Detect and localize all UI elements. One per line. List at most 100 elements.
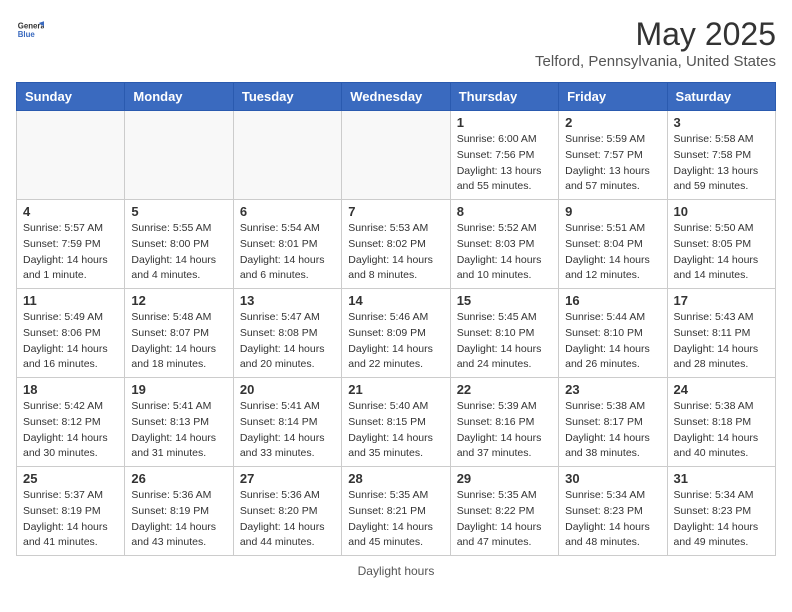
day-number: 1 — [457, 115, 552, 130]
day-info: Sunrise: 5:48 AM Sunset: 8:07 PM Dayligh… — [131, 310, 226, 373]
calendar-cell: 27 Sunrise: 5:36 AM Sunset: 8:20 PM Dayli… — [233, 467, 341, 556]
day-number: 19 — [131, 382, 226, 397]
day-info: Sunrise: 5:38 AM Sunset: 8:18 PM Dayligh… — [674, 399, 769, 462]
col-header-sunday: Sunday — [17, 83, 125, 111]
day-info: Sunrise: 5:58 AM Sunset: 7:58 PM Dayligh… — [674, 132, 769, 195]
footer-note: Daylight hours — [16, 564, 776, 578]
calendar-cell: 2Sunrise: 5:59 AM Sunset: 7:57 PM Daylig… — [559, 111, 667, 200]
calendar-cell: 11 Sunrise: 5:49 AM Sunset: 8:06 PM Dayli… — [17, 289, 125, 378]
calendar-cell: 22 Sunrise: 5:39 AM Sunset: 8:16 PM Dayli… — [450, 378, 558, 467]
day-info: Sunrise: 5:36 AM Sunset: 8:20 PM Dayligh… — [240, 488, 335, 551]
subtitle: Telford, Pennsylvania, United States — [535, 53, 776, 70]
day-number: 5 — [131, 204, 226, 219]
calendar-cell: 30Sunrise: 5:34 AM Sunset: 8:23 PM Dayli… — [559, 467, 667, 556]
day-number: 7 — [348, 204, 443, 219]
calendar-week-5: 25 Sunrise: 5:37 AM Sunset: 8:19 PM Dayli… — [17, 467, 776, 556]
day-info: Sunrise: 5:43 AM Sunset: 8:11 PM Dayligh… — [674, 310, 769, 373]
calendar-week-3: 11 Sunrise: 5:49 AM Sunset: 8:06 PM Dayli… — [17, 289, 776, 378]
day-info: Sunrise: 5:54 AM Sunset: 8:01 PM Dayligh… — [240, 221, 335, 284]
day-number: 10 — [674, 204, 769, 219]
day-info: Sunrise: 5:41 AM Sunset: 8:13 PM Dayligh… — [131, 399, 226, 462]
day-info: Sunrise: 5:34 AM Sunset: 8:23 PM Dayligh… — [565, 488, 660, 551]
calendar-cell: 13 Sunrise: 5:47 AM Sunset: 8:08 PM Dayli… — [233, 289, 341, 378]
day-number: 25 — [23, 471, 118, 486]
day-number: 4 — [23, 204, 118, 219]
calendar-cell: 24Sunrise: 5:38 AM Sunset: 8:18 PM Dayli… — [667, 378, 775, 467]
calendar-cell — [125, 111, 233, 200]
day-info: Sunrise: 5:41 AM Sunset: 8:14 PM Dayligh… — [240, 399, 335, 462]
day-info: Sunrise: 5:47 AM Sunset: 8:08 PM Dayligh… — [240, 310, 335, 373]
calendar-cell — [233, 111, 341, 200]
calendar-cell: 4Sunrise: 5:57 AM Sunset: 7:59 PM Daylig… — [17, 200, 125, 289]
calendar-cell: 19 Sunrise: 5:41 AM Sunset: 8:13 PM Dayli… — [125, 378, 233, 467]
calendar-cell — [17, 111, 125, 200]
day-number: 11 — [23, 293, 118, 308]
day-number: 15 — [457, 293, 552, 308]
day-number: 3 — [674, 115, 769, 130]
calendar-cell: 29 Sunrise: 5:35 AM Sunset: 8:22 PM Dayli… — [450, 467, 558, 556]
logo-icon: General Blue — [16, 16, 44, 44]
day-info: Sunrise: 5:51 AM Sunset: 8:04 PM Dayligh… — [565, 221, 660, 284]
day-number: 9 — [565, 204, 660, 219]
day-number: 8 — [457, 204, 552, 219]
day-number: 2 — [565, 115, 660, 130]
day-number: 27 — [240, 471, 335, 486]
col-header-monday: Monday — [125, 83, 233, 111]
day-info: Sunrise: 5:50 AM Sunset: 8:05 PM Dayligh… — [674, 221, 769, 284]
day-info: Sunrise: 5:37 AM Sunset: 8:19 PM Dayligh… — [23, 488, 118, 551]
day-number: 17 — [674, 293, 769, 308]
day-number: 13 — [240, 293, 335, 308]
day-info: Sunrise: 5:40 AM Sunset: 8:15 PM Dayligh… — [348, 399, 443, 462]
col-header-tuesday: Tuesday — [233, 83, 341, 111]
day-number: 18 — [23, 382, 118, 397]
day-info: Sunrise: 5:36 AM Sunset: 8:19 PM Dayligh… — [131, 488, 226, 551]
page-header: General Blue May 2025 Telford, Pennsylva… — [16, 16, 776, 70]
day-number: 23 — [565, 382, 660, 397]
day-number: 16 — [565, 293, 660, 308]
calendar-cell: 12 Sunrise: 5:48 AM Sunset: 8:07 PM Dayli… — [125, 289, 233, 378]
calendar-cell: 20 Sunrise: 5:41 AM Sunset: 8:14 PM Dayli… — [233, 378, 341, 467]
day-number: 21 — [348, 382, 443, 397]
calendar-cell — [342, 111, 450, 200]
calendar-cell: 1 Sunrise: 6:00 AM Sunset: 7:56 PM Daylig… — [450, 111, 558, 200]
day-number: 6 — [240, 204, 335, 219]
day-number: 29 — [457, 471, 552, 486]
day-number: 22 — [457, 382, 552, 397]
day-info: Sunrise: 5:39 AM Sunset: 8:16 PM Dayligh… — [457, 399, 552, 462]
day-info: Sunrise: 5:38 AM Sunset: 8:17 PM Dayligh… — [565, 399, 660, 462]
col-header-thursday: Thursday — [450, 83, 558, 111]
calendar-cell: 7 Sunrise: 5:53 AM Sunset: 8:02 PM Daylig… — [342, 200, 450, 289]
calendar-table: SundayMondayTuesdayWednesdayThursdayFrid… — [16, 82, 776, 556]
day-info: Sunrise: 5:49 AM Sunset: 8:06 PM Dayligh… — [23, 310, 118, 373]
calendar-cell: 10 Sunrise: 5:50 AM Sunset: 8:05 PM Dayli… — [667, 200, 775, 289]
day-number: 20 — [240, 382, 335, 397]
calendar-cell: 15 Sunrise: 5:45 AM Sunset: 8:10 PM Dayli… — [450, 289, 558, 378]
day-number: 14 — [348, 293, 443, 308]
day-number: 26 — [131, 471, 226, 486]
day-number: 31 — [674, 471, 769, 486]
day-info: Sunrise: 5:45 AM Sunset: 8:10 PM Dayligh… — [457, 310, 552, 373]
day-info: Sunrise: 5:44 AM Sunset: 8:10 PM Dayligh… — [565, 310, 660, 373]
day-number: 28 — [348, 471, 443, 486]
svg-text:Blue: Blue — [18, 30, 36, 39]
day-info: Sunrise: 5:53 AM Sunset: 8:02 PM Dayligh… — [348, 221, 443, 284]
calendar-cell: 28Sunrise: 5:35 AM Sunset: 8:21 PM Dayli… — [342, 467, 450, 556]
calendar-cell: 5 Sunrise: 5:55 AM Sunset: 8:00 PM Daylig… — [125, 200, 233, 289]
day-info: Sunrise: 5:55 AM Sunset: 8:00 PM Dayligh… — [131, 221, 226, 284]
calendar-cell: 9 Sunrise: 5:51 AM Sunset: 8:04 PM Daylig… — [559, 200, 667, 289]
day-info: Sunrise: 5:42 AM Sunset: 8:12 PM Dayligh… — [23, 399, 118, 462]
calendar-cell: 8Sunrise: 5:52 AM Sunset: 8:03 PM Daylig… — [450, 200, 558, 289]
calendar-cell: 31Sunrise: 5:34 AM Sunset: 8:23 PM Dayli… — [667, 467, 775, 556]
calendar-week-1: 1 Sunrise: 6:00 AM Sunset: 7:56 PM Daylig… — [17, 111, 776, 200]
calendar-header-row: SundayMondayTuesdayWednesdayThursdayFrid… — [17, 83, 776, 111]
calendar-cell: 23 Sunrise: 5:38 AM Sunset: 8:17 PM Dayli… — [559, 378, 667, 467]
calendar-cell: 25 Sunrise: 5:37 AM Sunset: 8:19 PM Dayli… — [17, 467, 125, 556]
calendar-cell: 26 Sunrise: 5:36 AM Sunset: 8:19 PM Dayli… — [125, 467, 233, 556]
calendar-cell: 18 Sunrise: 5:42 AM Sunset: 8:12 PM Dayli… — [17, 378, 125, 467]
day-number: 12 — [131, 293, 226, 308]
calendar-cell: 14Sunrise: 5:46 AM Sunset: 8:09 PM Dayli… — [342, 289, 450, 378]
col-header-friday: Friday — [559, 83, 667, 111]
calendar-cell: 6 Sunrise: 5:54 AM Sunset: 8:01 PM Daylig… — [233, 200, 341, 289]
day-info: Sunrise: 6:00 AM Sunset: 7:56 PM Dayligh… — [457, 132, 552, 195]
day-info: Sunrise: 5:35 AM Sunset: 8:22 PM Dayligh… — [457, 488, 552, 551]
